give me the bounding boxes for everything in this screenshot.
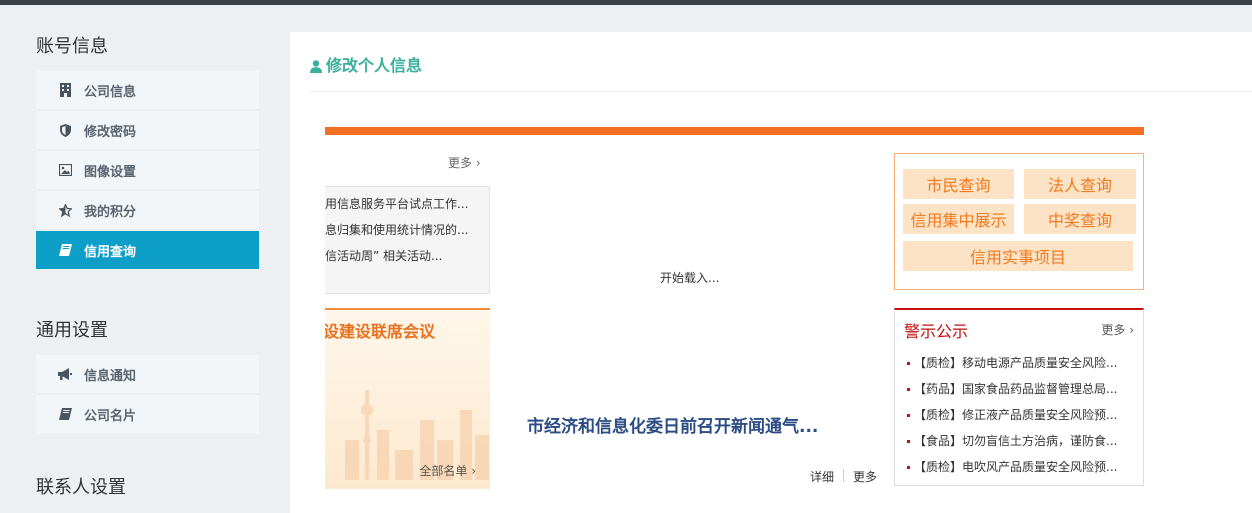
- bullet-icon: [907, 440, 910, 443]
- list-item[interactable]: 信活动周” 相关活动...: [325, 243, 489, 269]
- loading-text: 开始载入...: [660, 271, 720, 285]
- page-title: 修改个人信息: [310, 52, 422, 76]
- list-item[interactable]: 【药品】国家食品药品监督管理总局...: [907, 376, 1137, 402]
- promo-title: 设建设联席会议: [325, 322, 436, 341]
- sidebar-item-label: 信用查询: [84, 244, 137, 260]
- orange-banner-bar: [325, 127, 1144, 135]
- sidebar-item-label: 公司名片: [84, 408, 137, 424]
- warning-more-link[interactable]: 更多 ›: [1101, 321, 1134, 338]
- divider: [843, 469, 844, 482]
- section-title-contacts: 联系人设置: [36, 477, 126, 498]
- sidebar-item-label: 修改密码: [84, 124, 137, 140]
- prize-query-button[interactable]: 中奖查询: [1024, 204, 1136, 234]
- more-link-bottom[interactable]: 更多: [853, 468, 877, 485]
- book-icon: [58, 243, 72, 257]
- sidebar-item-label: 公司信息: [84, 84, 137, 100]
- section-title-account: 账号信息: [36, 36, 108, 57]
- credit-project-button[interactable]: 信用实事项目: [903, 241, 1133, 271]
- query-panel: 市民查询 法人查询 信用集中展示 中奖查询 信用实事项目: [894, 153, 1144, 290]
- shield-icon: [58, 123, 72, 137]
- building-icon: [58, 83, 72, 97]
- legal-entity-query-button[interactable]: 法人查询: [1024, 169, 1136, 199]
- list-item[interactable]: 【质检】电吹风产品质量安全风险预...: [907, 454, 1137, 480]
- star-icon: [58, 203, 72, 217]
- all-list-link[interactable]: 全部名单 ›: [419, 462, 476, 479]
- main-panel: 修改个人信息 更多 › 用信息服务平台试点工作... 息归集和使用统计情况的..…: [290, 32, 1252, 513]
- promo-banner[interactable]: 设建设联席会议 全部名单 ›: [325, 308, 490, 489]
- more-link-top[interactable]: 更多 ›: [448, 154, 481, 171]
- news-headline[interactable]: 市经济和信息化委日前召开新闻通气...: [527, 412, 818, 437]
- section-title-general: 通用设置: [36, 320, 108, 341]
- warning-list: 【质检】移动电源产品质量安全风险... 【药品】国家食品药品监督管理总局... …: [907, 350, 1137, 480]
- list-item[interactable]: 【食品】切勿盲信土方治病，谨防食...: [907, 428, 1137, 454]
- list-item[interactable]: 息归集和使用统计情况的...: [325, 217, 489, 243]
- sidebar-item-change-password[interactable]: 修改密码: [36, 111, 259, 151]
- image-icon: [58, 163, 72, 177]
- sidebar-item-image-settings[interactable]: 图像设置: [36, 151, 259, 191]
- detail-link[interactable]: 详细: [810, 468, 834, 485]
- book-icon: [58, 407, 72, 421]
- divider: [310, 91, 1252, 92]
- bullet-icon: [907, 466, 910, 469]
- account-menu: 公司信息 修改密码 图像设置 我的积分 信用查询: [36, 71, 259, 271]
- sidebar: 账号信息 公司信息 修改密码 图像设置 我的积分 信用查询 通用设置 信息通知 …: [0, 5, 290, 513]
- bullet-icon: [907, 414, 910, 417]
- sidebar-item-notifications[interactable]: 信息通知: [36, 355, 259, 395]
- list-item[interactable]: 用信息服务平台试点工作...: [325, 191, 489, 217]
- page-title-text: 修改个人信息: [326, 56, 423, 75]
- bullet-icon: [907, 388, 910, 391]
- citizen-query-button[interactable]: 市民查询: [903, 169, 1014, 199]
- list-item[interactable]: 【质检】修正液产品质量安全风险预...: [907, 402, 1137, 428]
- sidebar-item-label: 我的积分: [84, 204, 137, 220]
- general-menu: 信息通知 公司名片: [36, 355, 259, 435]
- user-icon: [310, 58, 322, 73]
- warning-notice-panel: 警示公示 更多 › 【质检】移动电源产品质量安全风险... 【药品】国家食品药品…: [894, 308, 1144, 486]
- bullet-icon: [907, 362, 910, 365]
- sidebar-item-credit-query[interactable]: 信用查询: [36, 231, 259, 271]
- sidebar-item-label: 信息通知: [84, 368, 137, 384]
- credit-display-button[interactable]: 信用集中展示: [903, 204, 1014, 234]
- bullhorn-icon: [58, 367, 72, 381]
- sidebar-item-company-info[interactable]: 公司信息: [36, 71, 259, 111]
- list-item[interactable]: 【质检】移动电源产品质量安全风险...: [907, 350, 1137, 376]
- sidebar-item-my-points[interactable]: 我的积分: [36, 191, 259, 231]
- sidebar-item-business-card[interactable]: 公司名片: [36, 395, 259, 435]
- news-list-box: 用信息服务平台试点工作... 息归集和使用统计情况的... 信活动周” 相关活动…: [325, 186, 490, 294]
- warning-title: 警示公示: [904, 322, 969, 341]
- sidebar-item-label: 图像设置: [84, 164, 137, 180]
